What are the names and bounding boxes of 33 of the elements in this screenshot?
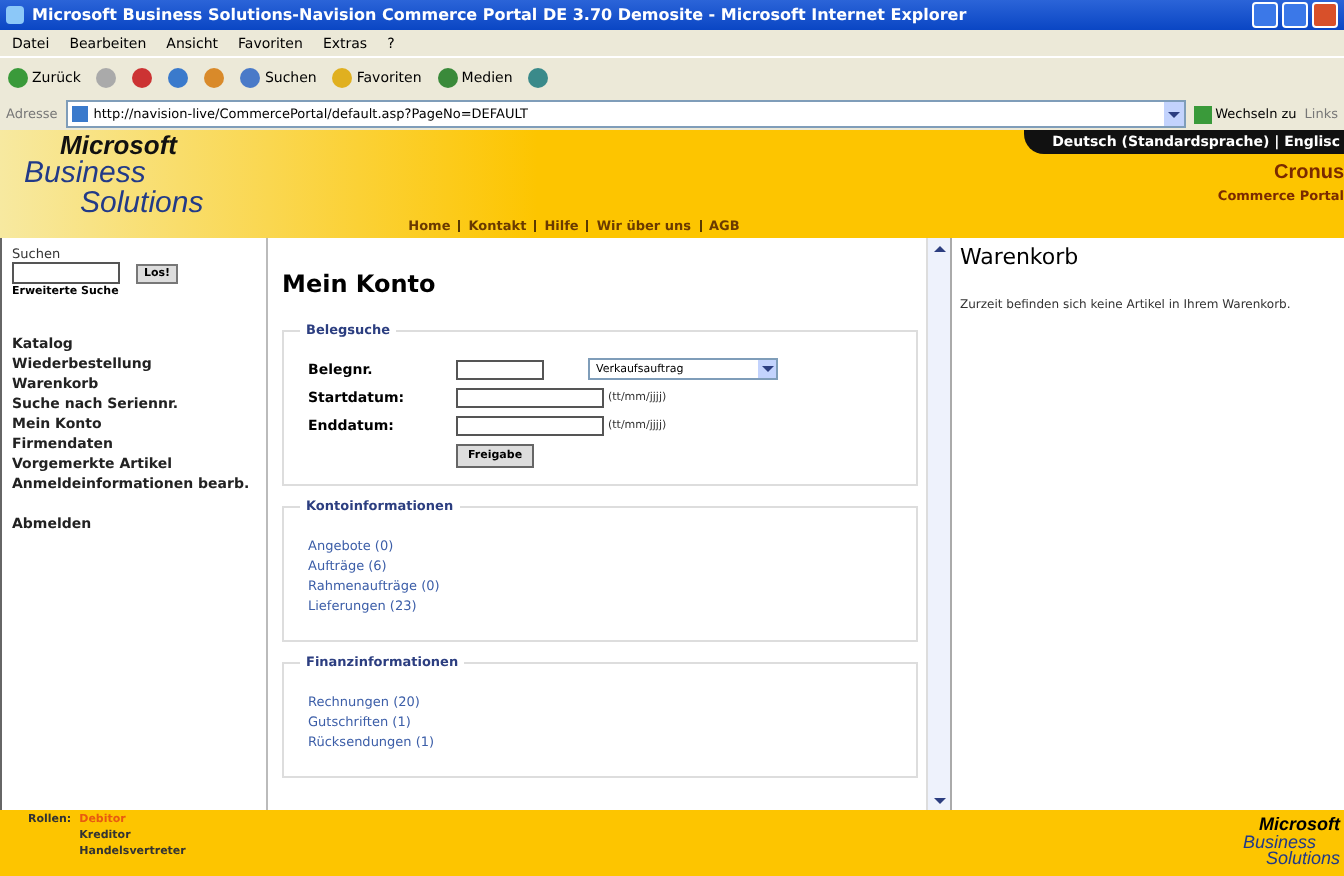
page-icon bbox=[71, 106, 88, 122]
footer-logo: Microsoft Business Solutions bbox=[1242, 812, 1343, 873]
dropdown-icon bbox=[761, 366, 773, 372]
minimize-button[interactable] bbox=[1252, 2, 1278, 28]
toolbar-icon bbox=[332, 68, 353, 88]
maximize-button[interactable] bbox=[1282, 2, 1308, 28]
scroll-down-icon[interactable] bbox=[933, 797, 945, 803]
scrollbar[interactable] bbox=[928, 238, 952, 810]
logo: Microsoft Business Solutions bbox=[22, 130, 206, 224]
cart-title: Warenkorb bbox=[960, 244, 1081, 270]
toolbar-icon bbox=[96, 68, 117, 88]
toolbar-button[interactable] bbox=[528, 68, 549, 88]
close-button[interactable] bbox=[1312, 2, 1338, 28]
toolbar-button[interactable] bbox=[168, 68, 189, 88]
document-number-field[interactable] bbox=[456, 359, 544, 379]
toolbar-icon bbox=[528, 68, 549, 88]
toolbar-button[interactable] bbox=[204, 68, 225, 88]
browser-icon bbox=[6, 6, 24, 24]
company-name: Cronus bbox=[1274, 162, 1344, 184]
page-title: Mein Konto bbox=[282, 270, 438, 298]
toolbar-icon bbox=[132, 68, 153, 88]
toolbar-button[interactable] bbox=[132, 68, 153, 88]
toolbar-icon bbox=[240, 68, 261, 88]
end-date-field[interactable] bbox=[456, 416, 604, 436]
toolbar-icon bbox=[168, 68, 189, 88]
scroll-up-icon[interactable] bbox=[933, 245, 945, 251]
start-date-field[interactable] bbox=[456, 388, 604, 408]
toolbar-icon bbox=[437, 68, 458, 88]
toolbar-icon bbox=[8, 68, 28, 88]
dropdown-button[interactable] bbox=[1163, 102, 1184, 126]
window-title: Microsoft Business Solutions-Navision Commerce Portal DE 3.70 Demosite - Microsoft Internet Explorer bbox=[32, 6, 969, 24]
toolbar-icon bbox=[204, 68, 225, 88]
search-field[interactable] bbox=[12, 262, 120, 284]
